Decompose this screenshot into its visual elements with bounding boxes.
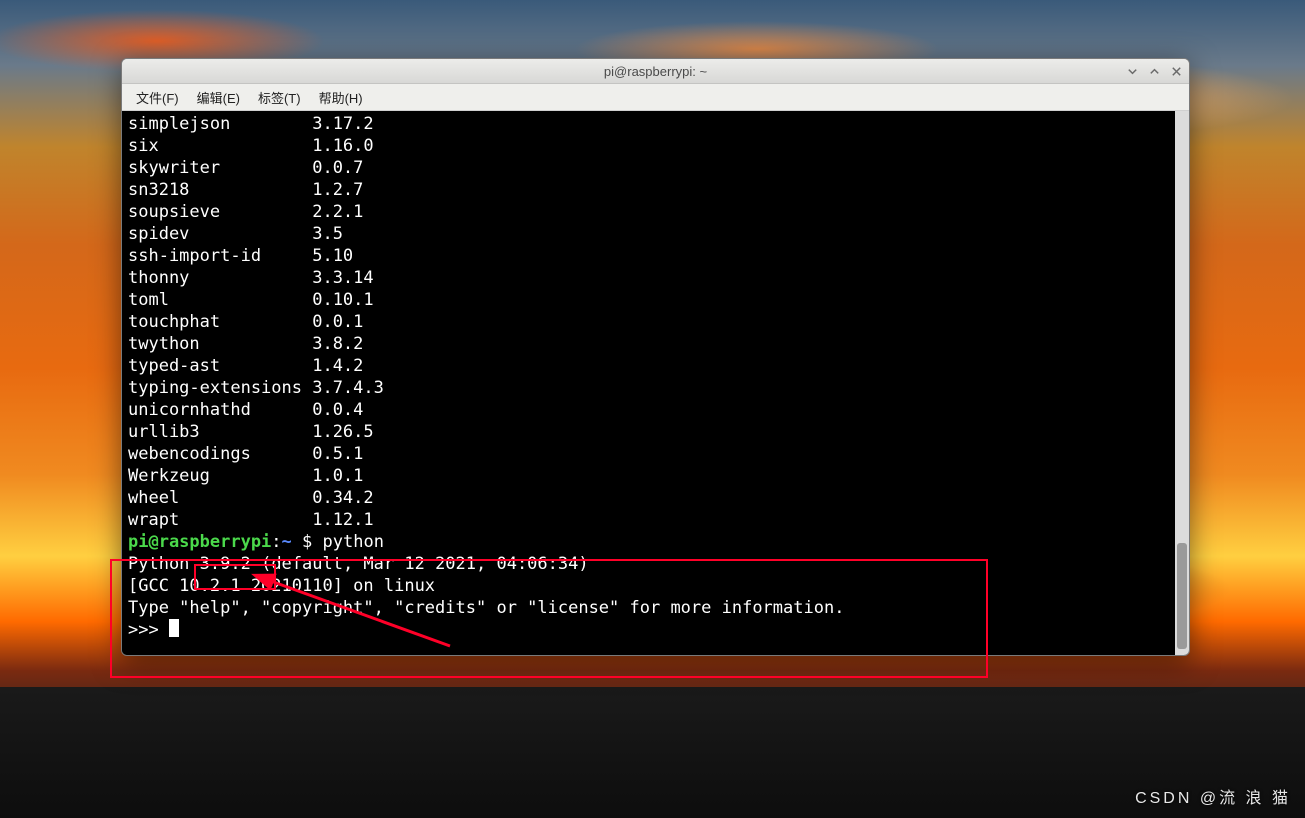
pkg-row: ssh-import-id 5.10 xyxy=(128,245,1173,267)
pkg-row: urllib3 1.26.5 xyxy=(128,421,1173,443)
window-controls xyxy=(1125,59,1183,83)
terminal-output[interactable]: simplejson 3.17.2six 1.16.0skywriter 0.0… xyxy=(122,111,1175,655)
pkg-row: spidev 3.5 xyxy=(128,223,1173,245)
pkg-row: skywriter 0.0.7 xyxy=(128,157,1173,179)
terminal-area: simplejson 3.17.2six 1.16.0skywriter 0.0… xyxy=(122,111,1189,655)
python-repl-prompt[interactable]: >>> xyxy=(128,619,1173,641)
watermark: CSDN @流 浪 猫 xyxy=(1135,784,1291,808)
chevron-up-icon xyxy=(1148,65,1161,78)
pkg-row: thonny 3.3.14 xyxy=(128,267,1173,289)
pkg-row: unicornhathd 0.0.4 xyxy=(128,399,1173,421)
titlebar[interactable]: pi@raspberrypi: ~ xyxy=(122,59,1189,84)
pkg-row: Werkzeug 1.0.1 xyxy=(128,465,1173,487)
minimize-button[interactable] xyxy=(1125,64,1139,78)
close-button[interactable] xyxy=(1169,64,1183,78)
pkg-row: wrapt 1.12.1 xyxy=(128,509,1173,531)
menu-bar: 文件(F) 编辑(E) 标签(T) 帮助(H) xyxy=(122,84,1189,111)
pkg-row: soupsieve 2.2.1 xyxy=(128,201,1173,223)
menu-tabs[interactable]: 标签(T) xyxy=(250,86,309,109)
shell-prompt-line: pi@raspberrypi:~ $ python xyxy=(128,531,1173,553)
window-title: pi@raspberrypi: ~ xyxy=(604,64,707,79)
pkg-row: wheel 0.34.2 xyxy=(128,487,1173,509)
chevron-down-icon xyxy=(1126,65,1139,78)
pkg-row: toml 0.10.1 xyxy=(128,289,1173,311)
python-version-line: Python 3.9.2 (default, Mar 12 2021, 04:0… xyxy=(128,553,1173,575)
scrollbar-thumb[interactable] xyxy=(1177,543,1187,649)
terminal-cursor xyxy=(169,619,179,637)
menu-edit[interactable]: 编辑(E) xyxy=(189,86,248,109)
pkg-row: sn3218 1.2.7 xyxy=(128,179,1173,201)
pkg-row: six 1.16.0 xyxy=(128,135,1173,157)
menu-file[interactable]: 文件(F) xyxy=(128,86,187,109)
pkg-row: typed-ast 1.4.2 xyxy=(128,355,1173,377)
pkg-row: touchphat 0.0.1 xyxy=(128,311,1173,333)
terminal-scrollbar[interactable] xyxy=(1175,111,1189,655)
pkg-row: simplejson 3.17.2 xyxy=(128,113,1173,135)
terminal-window: pi@raspberrypi: ~ 文件(F) 编辑(E) 标签(T) 帮助(H… xyxy=(121,58,1190,656)
pkg-row: twython 3.8.2 xyxy=(128,333,1173,355)
pkg-row: webencodings 0.5.1 xyxy=(128,443,1173,465)
pkg-row: typing-extensions 3.7.4.3 xyxy=(128,377,1173,399)
maximize-button[interactable] xyxy=(1147,64,1161,78)
menu-help[interactable]: 帮助(H) xyxy=(311,86,371,109)
close-icon xyxy=(1170,65,1183,78)
